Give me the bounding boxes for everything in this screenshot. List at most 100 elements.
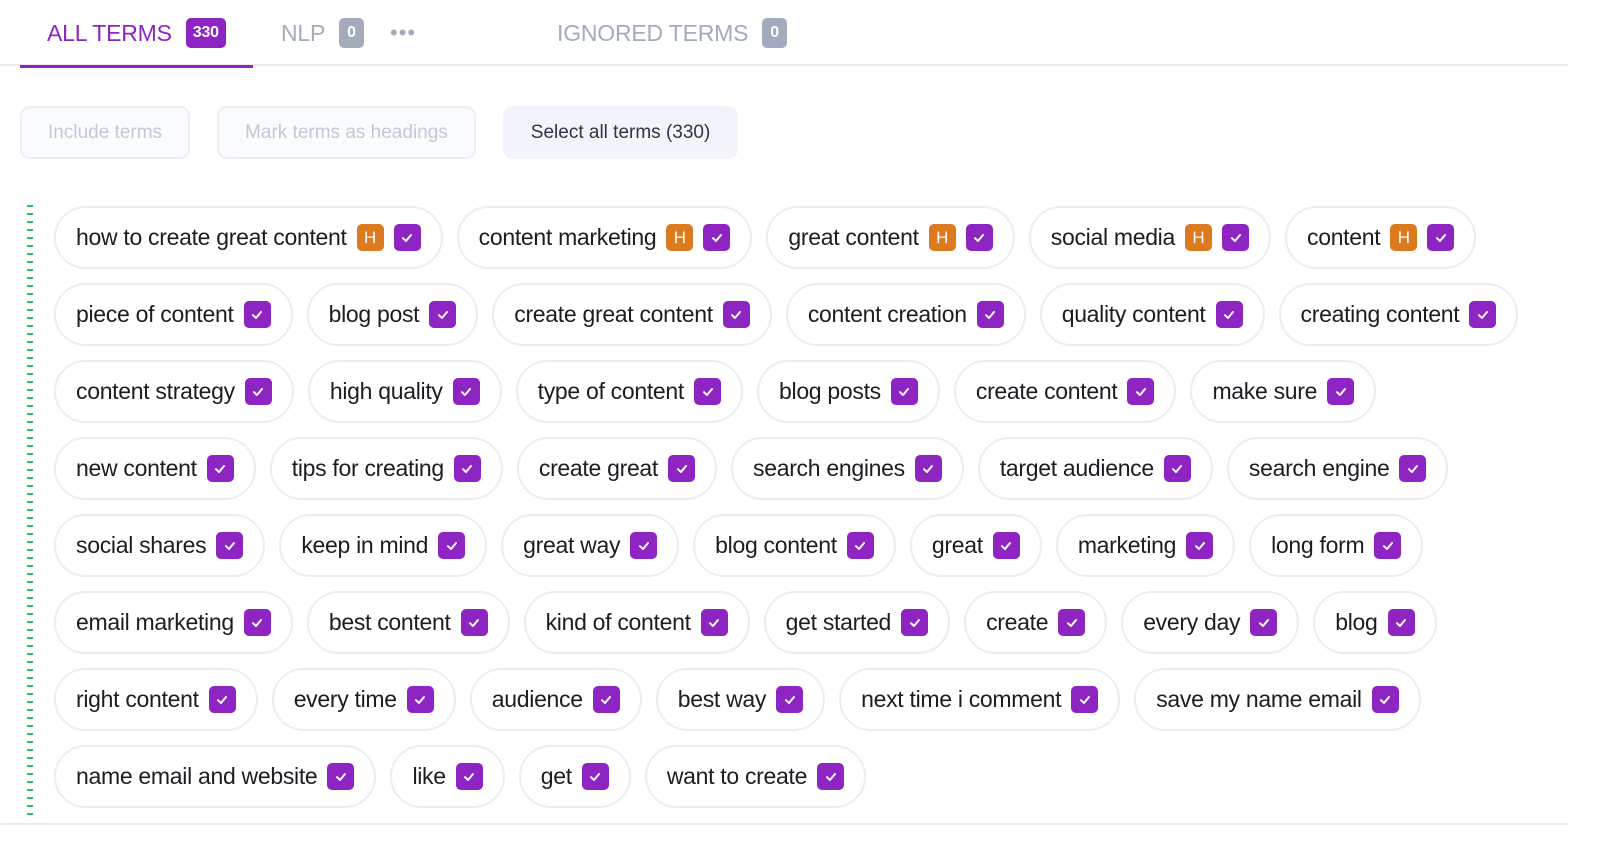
heading-badge[interactable]: H xyxy=(1185,224,1212,251)
term-chip[interactable]: get xyxy=(518,745,631,808)
term-chip[interactable]: create great xyxy=(516,437,718,500)
checkbox-checked-icon[interactable] xyxy=(1399,455,1427,482)
term-chip[interactable]: search engines xyxy=(731,437,964,500)
heading-badge[interactable]: H xyxy=(928,224,956,251)
checkbox-checked-icon[interactable] xyxy=(1163,455,1191,482)
more-options-icon[interactable]: ••• xyxy=(390,20,416,46)
checkbox-checked-icon[interactable] xyxy=(992,532,1020,559)
checkbox-checked-icon[interactable] xyxy=(327,763,355,790)
checkbox-checked-icon[interactable] xyxy=(243,301,271,328)
checkbox-checked-icon[interactable] xyxy=(901,609,929,636)
tab-nlp[interactable]: NLP 0 xyxy=(281,0,364,66)
checkbox-checked-icon[interactable] xyxy=(722,301,750,328)
checkbox-checked-icon[interactable] xyxy=(1222,224,1249,251)
term-chip[interactable]: best content xyxy=(306,591,510,654)
checkbox-checked-icon[interactable] xyxy=(1371,686,1399,713)
heading-badge[interactable]: H xyxy=(356,224,384,251)
checkbox-checked-icon[interactable] xyxy=(776,686,804,713)
checkbox-checked-icon[interactable] xyxy=(581,763,609,790)
tab-all-terms[interactable]: ALL TERMS 330 xyxy=(20,0,253,68)
checkbox-checked-icon[interactable] xyxy=(1327,378,1355,405)
heading-badge[interactable]: H xyxy=(666,224,694,251)
term-chip[interactable]: every day xyxy=(1121,591,1300,654)
checkbox-checked-icon[interactable] xyxy=(216,532,244,559)
term-chip[interactable]: social shares xyxy=(54,514,266,577)
term-chip[interactable]: next time i comment xyxy=(839,668,1121,731)
term-chip[interactable]: blog posts xyxy=(757,360,940,423)
term-chip[interactable]: great way xyxy=(501,514,680,577)
checkbox-checked-icon[interactable] xyxy=(243,609,271,636)
term-chip[interactable]: save my name email xyxy=(1134,668,1421,731)
term-chip[interactable]: search engine xyxy=(1226,437,1449,500)
checkbox-checked-icon[interactable] xyxy=(1186,532,1214,559)
term-chip[interactable]: content strategy xyxy=(54,360,294,423)
checkbox-checked-icon[interactable] xyxy=(452,378,480,405)
term-chip[interactable]: content marketing H xyxy=(456,206,753,269)
term-chip[interactable]: blog post xyxy=(306,283,479,346)
term-chip[interactable]: content creation xyxy=(785,283,1026,346)
checkbox-checked-icon[interactable] xyxy=(630,532,658,559)
term-chip[interactable]: every time xyxy=(271,668,456,731)
term-chip[interactable]: content H xyxy=(1285,206,1477,269)
term-chip[interactable]: name email and website xyxy=(54,745,377,808)
term-chip[interactable]: tips for creating xyxy=(269,437,503,500)
term-chip[interactable]: create content xyxy=(953,360,1177,423)
checkbox-checked-icon[interactable] xyxy=(694,378,722,405)
checkbox-checked-icon[interactable] xyxy=(1058,609,1086,636)
heading-badge[interactable]: H xyxy=(1390,224,1418,251)
checkbox-checked-icon[interactable] xyxy=(976,301,1004,328)
checkbox-checked-icon[interactable] xyxy=(455,763,483,790)
term-chip[interactable]: social media H xyxy=(1028,206,1271,269)
checkbox-checked-icon[interactable] xyxy=(1250,609,1278,636)
tab-ignored-terms[interactable]: IGNORED TERMS 0 xyxy=(557,0,787,66)
checkbox-checked-icon[interactable] xyxy=(1387,609,1415,636)
checkbox-checked-icon[interactable] xyxy=(1427,224,1455,251)
term-chip[interactable]: get started xyxy=(763,591,951,654)
checkbox-checked-icon[interactable] xyxy=(460,609,488,636)
term-chip[interactable]: quality content xyxy=(1039,283,1265,346)
select-all-terms-button[interactable]: Select all terms (330) xyxy=(502,106,739,159)
mark-terms-as-headings-button[interactable]: Mark terms as headings xyxy=(217,106,476,159)
term-chip[interactable]: creating content xyxy=(1278,283,1519,346)
term-chip[interactable]: best way xyxy=(655,668,826,731)
term-chip[interactable]: right content xyxy=(54,668,258,731)
include-terms-button[interactable]: Include terms xyxy=(20,106,191,159)
checkbox-checked-icon[interactable] xyxy=(406,686,434,713)
term-chip[interactable]: blog content xyxy=(693,514,896,577)
term-chip[interactable]: create xyxy=(964,591,1108,654)
checkbox-checked-icon[interactable] xyxy=(208,686,236,713)
term-chip[interactable]: type of content xyxy=(515,360,744,423)
term-chip[interactable]: email marketing xyxy=(54,591,293,654)
term-chip[interactable]: make sure xyxy=(1190,360,1377,423)
checkbox-checked-icon[interactable] xyxy=(700,609,728,636)
term-chip[interactable]: piece of content xyxy=(54,283,293,346)
checkbox-checked-icon[interactable] xyxy=(703,224,731,251)
checkbox-checked-icon[interactable] xyxy=(438,532,466,559)
checkbox-checked-icon[interactable] xyxy=(668,455,696,482)
checkbox-checked-icon[interactable] xyxy=(244,378,272,405)
checkbox-checked-icon[interactable] xyxy=(1127,378,1155,405)
checkbox-checked-icon[interactable] xyxy=(393,224,421,251)
term-chip[interactable]: how to create great content H xyxy=(54,206,443,269)
term-chip[interactable]: kind of content xyxy=(523,591,750,654)
checkbox-checked-icon[interactable] xyxy=(1071,686,1099,713)
checkbox-checked-icon[interactable] xyxy=(817,763,845,790)
checkbox-checked-icon[interactable] xyxy=(890,378,918,405)
checkbox-checked-icon[interactable] xyxy=(914,455,942,482)
checkbox-checked-icon[interactable] xyxy=(1469,301,1497,328)
term-chip[interactable]: like xyxy=(390,745,505,808)
term-chip[interactable]: target audience xyxy=(977,437,1213,500)
term-chip[interactable]: want to create xyxy=(644,745,867,808)
term-chip[interactable]: high quality xyxy=(307,360,502,423)
term-chip[interactable]: blog xyxy=(1313,591,1437,654)
checkbox-checked-icon[interactable] xyxy=(429,301,457,328)
term-chip[interactable]: create great content xyxy=(492,283,772,346)
checkbox-checked-icon[interactable] xyxy=(206,455,234,482)
term-chip[interactable]: new content xyxy=(54,437,256,500)
term-chip[interactable]: great content H xyxy=(766,206,1015,269)
checkbox-checked-icon[interactable] xyxy=(592,686,620,713)
term-chip[interactable]: audience xyxy=(469,668,642,731)
term-chip[interactable]: great xyxy=(909,514,1042,577)
checkbox-checked-icon[interactable] xyxy=(846,532,874,559)
checkbox-checked-icon[interactable] xyxy=(1374,532,1402,559)
